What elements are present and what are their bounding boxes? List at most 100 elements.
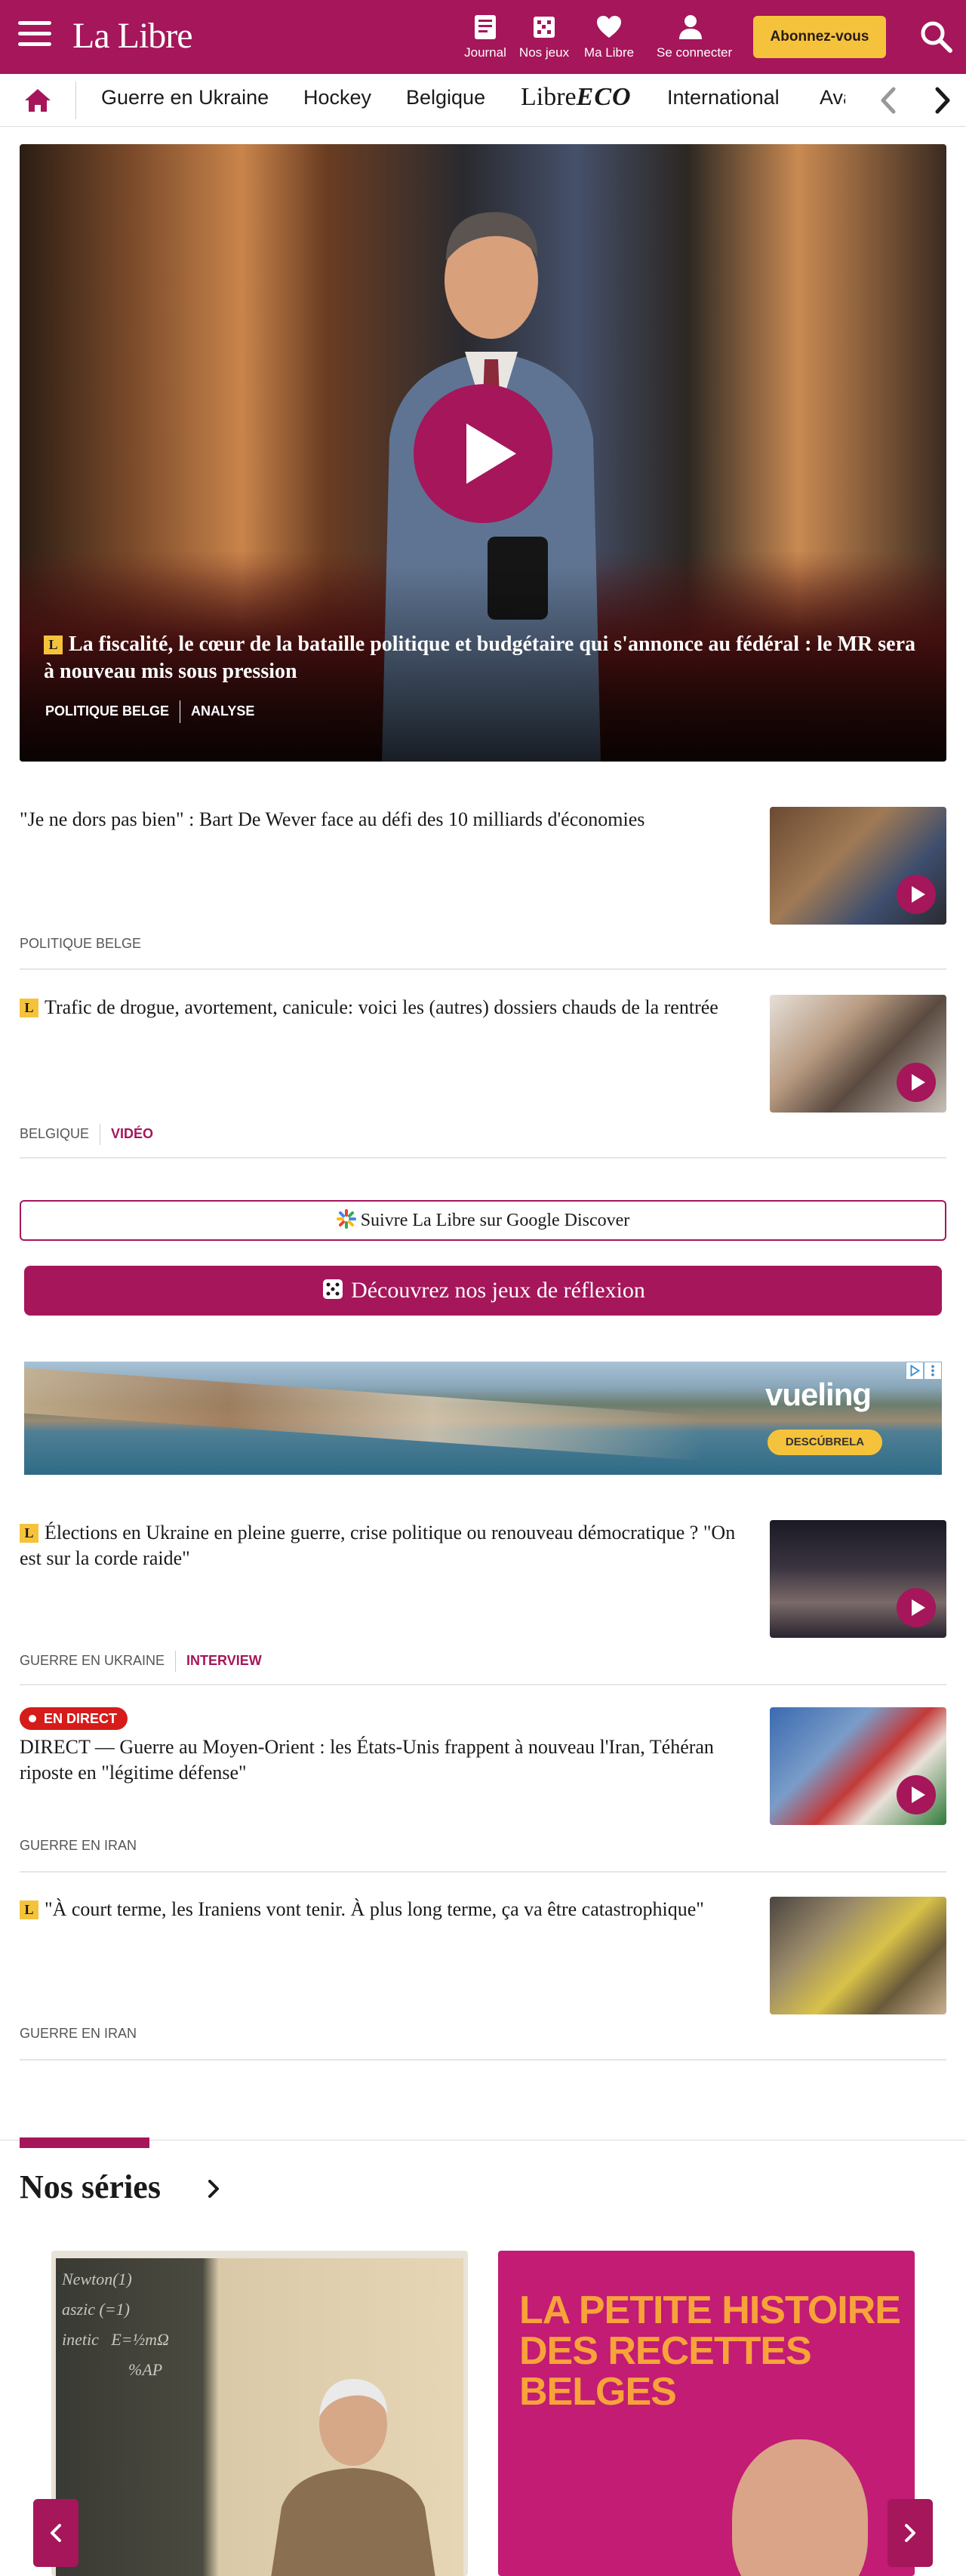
- article-thumbnail[interactable]: [770, 995, 946, 1113]
- home-icon[interactable]: [23, 86, 53, 115]
- hero-tag-type: ANALYSE: [191, 703, 255, 719]
- play-icon[interactable]: [897, 1588, 936, 1627]
- google-discover-label: Suivre La Libre sur Google Discover: [360, 1211, 630, 1230]
- menu-icon[interactable]: [18, 21, 51, 51]
- article-title[interactable]: L Élections en Ukraine en pleine guerre, …: [20, 1520, 744, 1571]
- article-title-text: "À court terme, les Iraniens vont tenir.…: [45, 1898, 704, 1920]
- ad-image: [24, 1368, 703, 1461]
- games-icon: [534, 17, 555, 38]
- play-icon[interactable]: [897, 875, 936, 914]
- article-title[interactable]: "Je ne dors pas bien" : Bart De Wever fa…: [20, 807, 744, 833]
- search-icon[interactable]: [918, 18, 954, 54]
- article-item[interactable]: EN DIRECT DIRECT — Guerre au Moyen-Orien…: [20, 1707, 946, 1873]
- adchoices-icon[interactable]: [906, 1362, 924, 1380]
- nav-item-international[interactable]: International: [667, 86, 780, 109]
- article-tags: GUERRE EN IRAN: [20, 2026, 137, 2042]
- user-icon: [679, 15, 702, 39]
- article-title-text: Élections en Ukraine en pleine guerre, c…: [20, 1522, 736, 1569]
- subscribe-button[interactable]: Abonnez-vous: [753, 16, 886, 58]
- play-icon[interactable]: [897, 1063, 936, 1102]
- article-title-text: Trafic de drogue, avortement, canicule: …: [45, 996, 718, 1018]
- games-promo-button[interactable]: Découvrez nos jeux de réflexion: [24, 1266, 942, 1316]
- article-thumbnail[interactable]: [770, 1520, 946, 1638]
- chevron-right-icon[interactable]: [927, 85, 957, 116]
- article-type-tag: INTERVIEW: [186, 1652, 262, 1668]
- series-heading[interactable]: Nos séries: [20, 2168, 161, 2206]
- chalk-line: inetic E=½mΩ: [62, 2330, 169, 2349]
- google-discover-button[interactable]: Suivre La Libre sur Google Discover: [20, 1200, 946, 1241]
- article-thumbnail[interactable]: [770, 1707, 946, 1825]
- dice-icon: [323, 1279, 343, 1299]
- carousel-prev-button[interactable]: [33, 2499, 78, 2567]
- article-tag[interactable]: BELGIQUE: [20, 1126, 89, 1141]
- ma-libre-label: Ma Libre: [583, 45, 635, 60]
- live-badge: EN DIRECT: [20, 1707, 128, 1730]
- chalk-line: Newton(1): [62, 2270, 132, 2288]
- carousel-next-button[interactable]: [888, 2499, 933, 2567]
- ad-cta-button[interactable]: DESCÚBRELA: [768, 1430, 882, 1455]
- nav-item-belgique[interactable]: Belgique: [406, 86, 485, 109]
- article-tag[interactable]: GUERRE EN IRAN: [20, 2026, 137, 2041]
- series-card[interactable]: LA PETITE HISTOIRE DES RECETTES BELGES: [498, 2251, 915, 2576]
- article-item[interactable]: L Trafic de drogue, avortement, canicule:…: [20, 995, 946, 1159]
- chevron-right-icon[interactable]: [204, 2177, 223, 2201]
- premium-badge: L: [20, 999, 38, 1017]
- nav-item-ukraine[interactable]: Guerre en Ukraine: [101, 86, 269, 109]
- hero-article[interactable]: L La fiscalité, le cœur de la bataille po…: [20, 144, 946, 762]
- games-button[interactable]: Nos jeux: [510, 12, 578, 60]
- journal-button[interactable]: Journal: [451, 12, 519, 60]
- chevron-right-icon: [905, 2524, 915, 2542]
- play-icon[interactable]: [414, 384, 552, 523]
- nav-divider: [75, 82, 76, 119]
- chalkboard-text: Newton(1) aszic (=1) inetic E=½mΩ %AP: [62, 2264, 169, 2385]
- series-card-title: LA PETITE HISTOIRE DES RECETTES BELGES: [519, 2288, 901, 2414]
- hero-tags: POLITIQUE BELGE ANALYSE: [45, 700, 254, 723]
- hero-title[interactable]: L La fiscalité, le cœur de la bataille po…: [44, 631, 927, 685]
- article-item[interactable]: "Je ne dors pas bien" : Bart De Wever fa…: [20, 807, 946, 970]
- libre-eco-prefix: Libre: [521, 83, 577, 111]
- play-icon[interactable]: [897, 1775, 936, 1814]
- series-card[interactable]: Newton(1) aszic (=1) inetic E=½mΩ %AP: [51, 2251, 468, 2576]
- article-type-tag: VIDÉO: [111, 1125, 154, 1141]
- chevron-left-icon: [51, 2524, 61, 2542]
- article-tag[interactable]: GUERRE EN IRAN: [20, 1838, 137, 1853]
- games-label: Nos jeux: [518, 45, 570, 60]
- hero-tag-section[interactable]: POLITIQUE BELGE: [45, 703, 169, 719]
- ad-brand-logo: vueling: [765, 1377, 872, 1412]
- nav-item-hockey[interactable]: Hockey: [303, 86, 371, 109]
- article-title[interactable]: L Trafic de drogue, avortement, canicule:…: [20, 995, 744, 1020]
- login-button[interactable]: Se connecter: [657, 12, 733, 60]
- article-item[interactable]: L Élections en Ukraine en pleine guerre, …: [20, 1520, 946, 1685]
- nav-item-libre-eco[interactable]: LibreECO: [521, 83, 632, 112]
- journal-label: Journal: [464, 45, 506, 60]
- site-logo[interactable]: La Libre: [72, 15, 193, 57]
- heart-icon: [597, 16, 621, 38]
- article-thumbnail[interactable]: [770, 1897, 946, 2014]
- article-tag[interactable]: POLITIQUE BELGE: [20, 936, 141, 951]
- series-card-portrait: [732, 2439, 868, 2576]
- google-discover-icon: [336, 1209, 356, 1229]
- games-promo-label: Découvrez nos jeux de réflexion: [351, 1278, 645, 1303]
- article-thumbnail[interactable]: [770, 807, 946, 925]
- article-tag[interactable]: GUERRE EN UKRAINE: [20, 1653, 165, 1668]
- article-title[interactable]: L "À court terme, les Iraniens vont tenir…: [20, 1897, 744, 1922]
- article-tags: BELGIQUE VIDÉO: [20, 1124, 153, 1145]
- series-card-portrait: [271, 2379, 435, 2576]
- article-tags: GUERRE EN UKRAINE INTERVIEW: [20, 1651, 262, 1672]
- chevron-left-icon[interactable]: [874, 85, 904, 116]
- advertisement-banner[interactable]: vueling DESCÚBRELA: [24, 1362, 942, 1475]
- article-tags: POLITIQUE BELGE: [20, 936, 141, 952]
- article-title[interactable]: DIRECT — Guerre au Moyen-Orient : les Ét…: [20, 1734, 744, 1786]
- article-item[interactable]: L "À court terme, les Iraniens vont tenir…: [20, 1897, 946, 2060]
- journal-icon: [475, 15, 496, 39]
- premium-badge: L: [44, 636, 63, 654]
- article-tags: GUERRE EN IRAN: [20, 1838, 137, 1854]
- premium-badge: L: [20, 1900, 38, 1919]
- section-nav: Guerre en Ukraine Hockey Belgique LibreE…: [0, 74, 966, 127]
- chalk-line: aszic (=1): [62, 2300, 130, 2319]
- top-header: La Libre Journal Nos jeux Ma Libre Se co…: [0, 0, 966, 74]
- ad-info-icon[interactable]: [924, 1362, 942, 1380]
- login-label: Se connecter: [657, 45, 733, 60]
- series-accent-bar: [20, 2137, 149, 2148]
- ma-libre-button[interactable]: Ma Libre: [575, 12, 643, 60]
